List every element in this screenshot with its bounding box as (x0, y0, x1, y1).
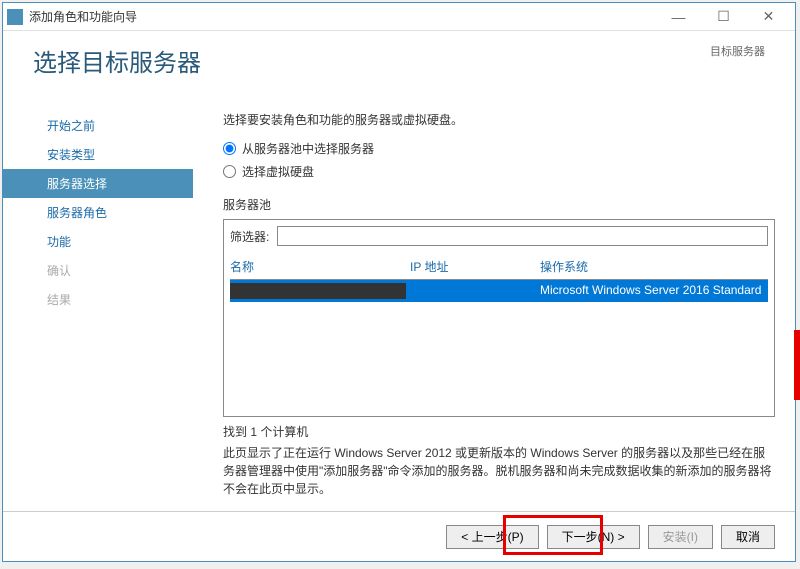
sidebar-item-results: 结果 (3, 285, 193, 314)
column-header-ip[interactable]: IP 地址 (410, 258, 540, 275)
source-radio-group: 从服务器池中选择服务器 选择虚拟硬盘 (223, 140, 775, 180)
filter-input[interactable] (277, 226, 768, 246)
minimize-button[interactable]: — (656, 3, 701, 31)
cell-os: Microsoft Windows Server 2016 Standard (540, 283, 768, 299)
server-pool-label: 服务器池 (223, 196, 775, 213)
cell-ip (410, 283, 540, 299)
install-button: 安装(I) (648, 525, 713, 549)
sidebar-item-before-begin[interactable]: 开始之前 (3, 111, 193, 140)
instruction-text: 选择要安装角色和功能的服务器或虚拟硬盘。 (223, 111, 775, 128)
server-pool-box: 筛选器: 名称 IP 地址 操作系统 Microsoft Windows Ser… (223, 219, 775, 417)
target-server-label: 目标服务器 (710, 43, 765, 59)
maximize-button[interactable]: ☐ (701, 3, 746, 31)
close-button[interactable]: ✕ (746, 3, 791, 31)
column-header-name[interactable]: 名称 (230, 258, 410, 275)
sidebar-item-server-selection[interactable]: 服务器选择 (3, 169, 193, 198)
server-table: 名称 IP 地址 操作系统 Microsoft Windows Server 2… (230, 254, 768, 410)
radio-select-vhd[interactable] (223, 165, 236, 178)
radio-from-pool[interactable] (223, 142, 236, 155)
sidebar-item-confirm: 确认 (3, 256, 193, 285)
window-title: 添加角色和功能向导 (29, 8, 656, 25)
previous-button[interactable]: < 上一步(P) (446, 525, 538, 549)
wizard-steps-sidebar: 开始之前 安装类型 服务器选择 服务器角色 功能 确认 结果 (3, 103, 193, 501)
main-panel: 选择要安装角色和功能的服务器或虚拟硬盘。 从服务器池中选择服务器 选择虚拟硬盘 … (193, 103, 795, 501)
wizard-window: 添加角色和功能向导 — ☐ ✕ 选择目标服务器 目标服务器 开始之前 安装类型 … (2, 2, 796, 562)
cell-name (230, 283, 406, 299)
app-icon (7, 9, 23, 25)
radio-select-vhd-label: 选择虚拟硬盘 (242, 163, 314, 180)
sidebar-item-features[interactable]: 功能 (3, 227, 193, 256)
titlebar: 添加角色和功能向导 — ☐ ✕ (3, 3, 795, 31)
wizard-footer: < 上一步(P) 下一步(N) > 安装(I) 取消 (3, 511, 795, 561)
annotation-edge (794, 330, 800, 400)
radio-from-pool-label: 从服务器池中选择服务器 (242, 140, 374, 157)
page-title: 选择目标服务器 (33, 43, 201, 78)
found-count-label: 找到 1 个计算机 (223, 423, 775, 440)
description-text: 此页显示了正在运行 Windows Server 2012 或更新版本的 Win… (223, 444, 775, 498)
sidebar-item-server-roles[interactable]: 服务器角色 (3, 198, 193, 227)
filter-label: 筛选器: (230, 228, 269, 245)
sidebar-item-install-type[interactable]: 安装类型 (3, 140, 193, 169)
table-row[interactable]: Microsoft Windows Server 2016 Standard (230, 280, 768, 302)
next-button[interactable]: 下一步(N) > (547, 525, 640, 549)
column-header-os[interactable]: 操作系统 (540, 258, 768, 275)
cancel-button[interactable]: 取消 (721, 525, 775, 549)
